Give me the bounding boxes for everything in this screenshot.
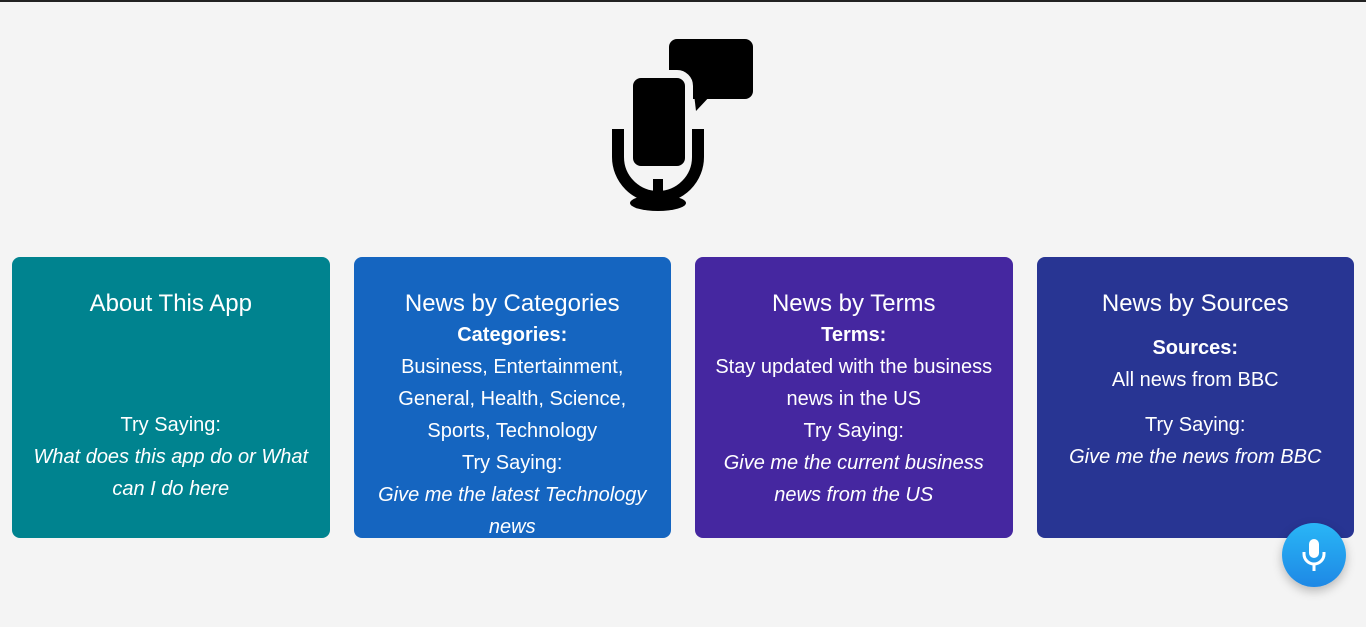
card-title: News by Sources — [1101, 290, 1289, 317]
try-saying-label: Try Saying: — [120, 414, 221, 436]
card-news-by-terms: News by Terms Terms: Stay updated with t… — [695, 257, 1013, 538]
voice-assistant-button[interactable] — [1282, 523, 1346, 587]
example-phrase: Give me the latest Technology news — [378, 484, 647, 538]
card-label: Terms: — [821, 324, 887, 346]
try-saying-label: Try Saying: — [803, 420, 904, 442]
card-text: Stay updated with the business news in t… — [715, 356, 993, 410]
card-label: Sources: — [1152, 337, 1239, 359]
microphone-chat-logo-icon — [612, 39, 755, 212]
card-title: About This App — [89, 290, 252, 317]
card-news-by-sources: News by Sources Sources: All news from B… — [1036, 257, 1354, 538]
example-phrase: Give me the current business news from t… — [723, 452, 984, 506]
try-saying-label: Try Saying: — [462, 452, 563, 474]
card-text: Business, Entertainment, General, Health… — [398, 356, 627, 442]
example-phrase: What does this app do or What can I do h… — [33, 446, 309, 500]
microphone-icon — [1302, 539, 1326, 571]
card-title: News by Terms — [771, 290, 936, 317]
card-about-app: About This App Try Saying: What does thi… — [12, 257, 330, 538]
try-saying-label: Try Saying: — [1145, 414, 1246, 436]
cards-row: About This App Try Saying: What does thi… — [12, 257, 1354, 538]
card-label: Categories: — [457, 324, 568, 346]
card-news-by-categories: News by Categories Categories: Business,… — [353, 257, 671, 538]
example-phrase: Give me the news from BBC — [1069, 446, 1322, 468]
card-title: News by Categories — [404, 290, 620, 317]
card-text: All news from BBC — [1111, 369, 1279, 391]
